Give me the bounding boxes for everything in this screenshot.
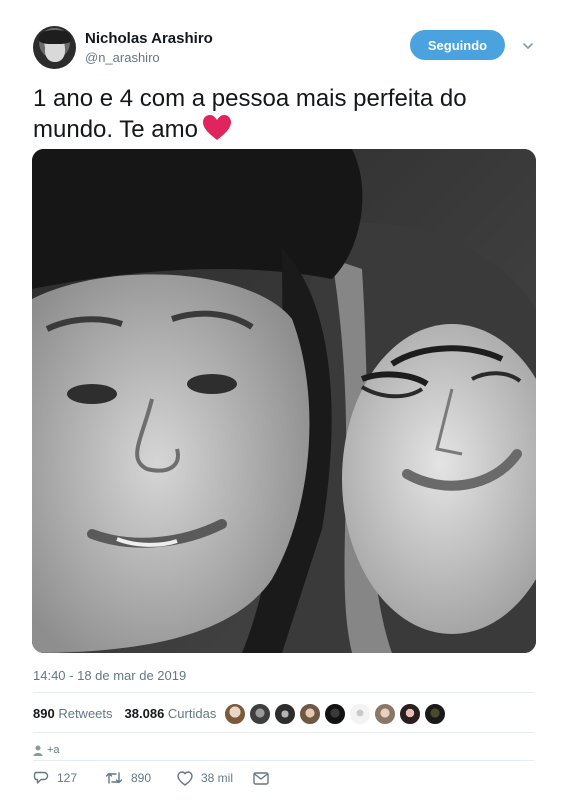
username-handle[interactable]: @n_arashiro [85,50,160,65]
likes-label: Curtidas [167,706,217,721]
retweet-count: 890 [131,771,152,785]
divider [33,732,534,733]
tweet-timestamp[interactable]: 14:40 - 18 de mar de 2019 [33,668,186,683]
display-name[interactable]: Nicholas Arashiro [85,30,213,47]
like-heart-icon [177,770,193,786]
divider [33,760,534,761]
divider [33,692,534,693]
like-button[interactable]: 38 mil [177,770,253,786]
envelope-icon [253,771,269,785]
retweets-stat[interactable]: 890 Retweets [33,706,113,721]
liker-avatar[interactable] [224,703,246,725]
reply-button[interactable]: 127 [33,770,105,786]
reply-label: +a [47,744,60,756]
liker-avatar[interactable] [274,703,296,725]
retweets-count: 890 [33,706,55,721]
likes-stat[interactable]: 38.086 Curtidas [125,706,217,721]
liker-avatar[interactable] [349,703,371,725]
reply-count: 127 [57,771,78,785]
retweet-icon [105,772,123,784]
avatar[interactable] [33,26,76,69]
photo-image [32,149,536,653]
liker-avatar[interactable] [374,703,396,725]
liker-avatar[interactable] [324,703,346,725]
liker-avatar[interactable] [399,703,421,725]
heart-icon [203,115,231,140]
liker-avatars [224,703,446,725]
tweet-photo[interactable] [32,149,536,653]
reply-icon [33,771,49,784]
retweet-button[interactable]: 890 [105,770,177,786]
tweet-stats: 890 Retweets 38.086 Curtidas [33,706,216,721]
tweet-actions: 127 890 38 mil [33,770,269,786]
reply-indicator[interactable]: +a [33,744,60,756]
liker-avatar[interactable] [299,703,321,725]
chevron-down-icon[interactable] [522,40,534,52]
retweets-label: Retweets [58,706,113,721]
likes-count: 38.086 [124,706,165,721]
user-icon [33,745,43,756]
tweet-card: Nicholas Arashiro @n_arashiro Seguindo 1… [0,0,564,807]
tweet-text: 1 ano e 4 com a pessoa mais perfeita do … [33,84,533,145]
liker-avatar[interactable] [249,703,271,725]
like-count: 38 mil [201,771,234,785]
direct-message-button[interactable] [253,771,269,785]
tweet-text-content: 1 ano e 4 com a pessoa mais perfeita do … [33,85,467,143]
liker-avatar[interactable] [424,703,446,725]
following-button[interactable]: Seguindo [410,30,505,60]
